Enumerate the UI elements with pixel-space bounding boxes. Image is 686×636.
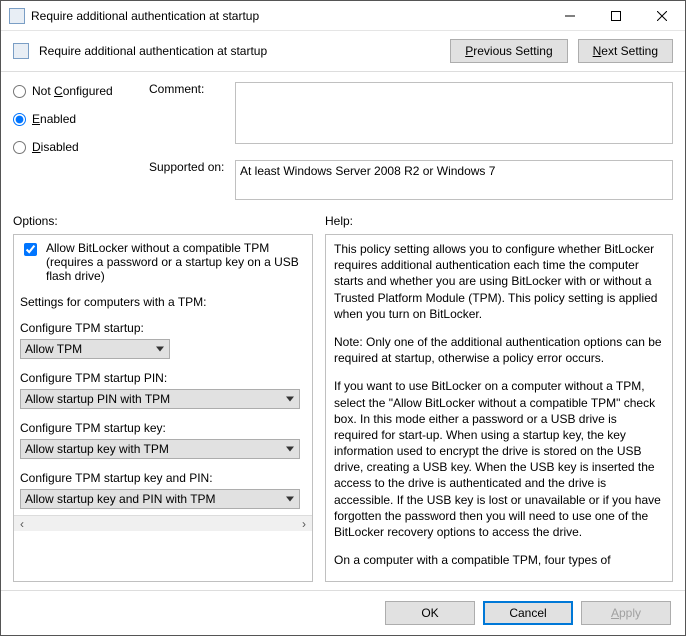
tpm-key-select[interactable]: Allow startup key with TPM bbox=[20, 439, 300, 459]
supported-on-value: At least Windows Server 2008 R2 or Windo… bbox=[235, 160, 673, 200]
comment-textarea[interactable] bbox=[235, 82, 673, 144]
footer: OK Cancel Apply bbox=[1, 590, 685, 635]
radio-not-configured[interactable]: Not Configured bbox=[13, 84, 143, 98]
radio-disabled-input[interactable] bbox=[13, 141, 26, 154]
ok-button[interactable]: OK bbox=[385, 601, 475, 625]
tpm-pin-select[interactable]: Allow startup PIN with TPM bbox=[20, 389, 300, 409]
tpm-key-label: Configure TPM startup key: bbox=[20, 421, 306, 435]
tpm-keypin-label: Configure TPM startup key and PIN: bbox=[20, 471, 306, 485]
dialog-window: Require additional authentication at sta… bbox=[0, 0, 686, 636]
options-panel: Allow BitLocker without a compatible TPM… bbox=[13, 234, 313, 582]
help-p1: This policy setting allows you to config… bbox=[334, 241, 664, 322]
header: Require additional authentication at sta… bbox=[1, 31, 685, 72]
scroll-right-icon[interactable]: › bbox=[296, 517, 312, 531]
tpm-keypin-select[interactable]: Allow startup key and PIN with TPM bbox=[20, 489, 300, 509]
tpm-startup-select[interactable]: Allow TPM bbox=[20, 339, 170, 359]
help-label: Help: bbox=[325, 210, 673, 234]
radio-enabled[interactable]: Enabled bbox=[13, 112, 143, 126]
radio-enabled-label: Enabled bbox=[32, 112, 76, 126]
maximize-button[interactable] bbox=[593, 1, 639, 31]
cancel-button[interactable]: Cancel bbox=[483, 601, 573, 625]
options-column: Options: Allow BitLocker without a compa… bbox=[13, 210, 313, 582]
comment-label: Comment: bbox=[149, 82, 229, 96]
radio-enabled-input[interactable] bbox=[13, 113, 26, 126]
help-p3: If you want to use BitLocker on a comput… bbox=[334, 378, 664, 540]
radio-disabled[interactable]: Disabled bbox=[13, 140, 143, 154]
allow-no-tpm-label: Allow BitLocker without a compatible TPM… bbox=[46, 241, 306, 283]
supported-on-label: Supported on: bbox=[149, 160, 229, 174]
top-section: Not Configured Enabled Disabled Comment:… bbox=[1, 72, 685, 206]
allow-no-tpm-checkbox[interactable]: Allow BitLocker without a compatible TPM… bbox=[20, 241, 306, 283]
scroll-left-icon[interactable]: ‹ bbox=[14, 517, 30, 531]
close-button[interactable] bbox=[639, 1, 685, 31]
tpm-settings-heading: Settings for computers with a TPM: bbox=[20, 295, 306, 309]
tpm-startup-label: Configure TPM startup: bbox=[20, 321, 306, 335]
policy-icon bbox=[9, 8, 25, 24]
tpm-pin-label: Configure TPM startup PIN: bbox=[20, 371, 306, 385]
apply-button: Apply bbox=[581, 601, 671, 625]
policy-icon bbox=[13, 43, 29, 59]
options-hscrollbar[interactable]: ‹ › bbox=[14, 515, 312, 531]
radio-not-configured-input[interactable] bbox=[13, 85, 26, 98]
window-title: Require additional authentication at sta… bbox=[31, 9, 547, 23]
titlebar: Require additional authentication at sta… bbox=[1, 1, 685, 31]
options-label: Options: bbox=[13, 210, 313, 234]
allow-no-tpm-input[interactable] bbox=[24, 243, 37, 256]
minimize-button[interactable] bbox=[547, 1, 593, 31]
radio-disabled-label: Disabled bbox=[32, 140, 79, 154]
header-title: Require additional authentication at sta… bbox=[39, 44, 440, 58]
help-panel[interactable]: This policy setting allows you to config… bbox=[325, 234, 673, 582]
mid-section: Options: Allow BitLocker without a compa… bbox=[1, 206, 685, 590]
radio-not-configured-label: Not Configured bbox=[32, 84, 113, 98]
next-setting-button[interactable]: Next Setting bbox=[578, 39, 673, 63]
help-p2: Note: Only one of the additional authent… bbox=[334, 334, 664, 366]
state-radios: Not Configured Enabled Disabled bbox=[13, 82, 143, 154]
previous-setting-button[interactable]: Previous Setting bbox=[450, 39, 567, 63]
help-column: Help: This policy setting allows you to … bbox=[325, 210, 673, 582]
help-p4: On a computer with a compatible TPM, fou… bbox=[334, 552, 664, 568]
